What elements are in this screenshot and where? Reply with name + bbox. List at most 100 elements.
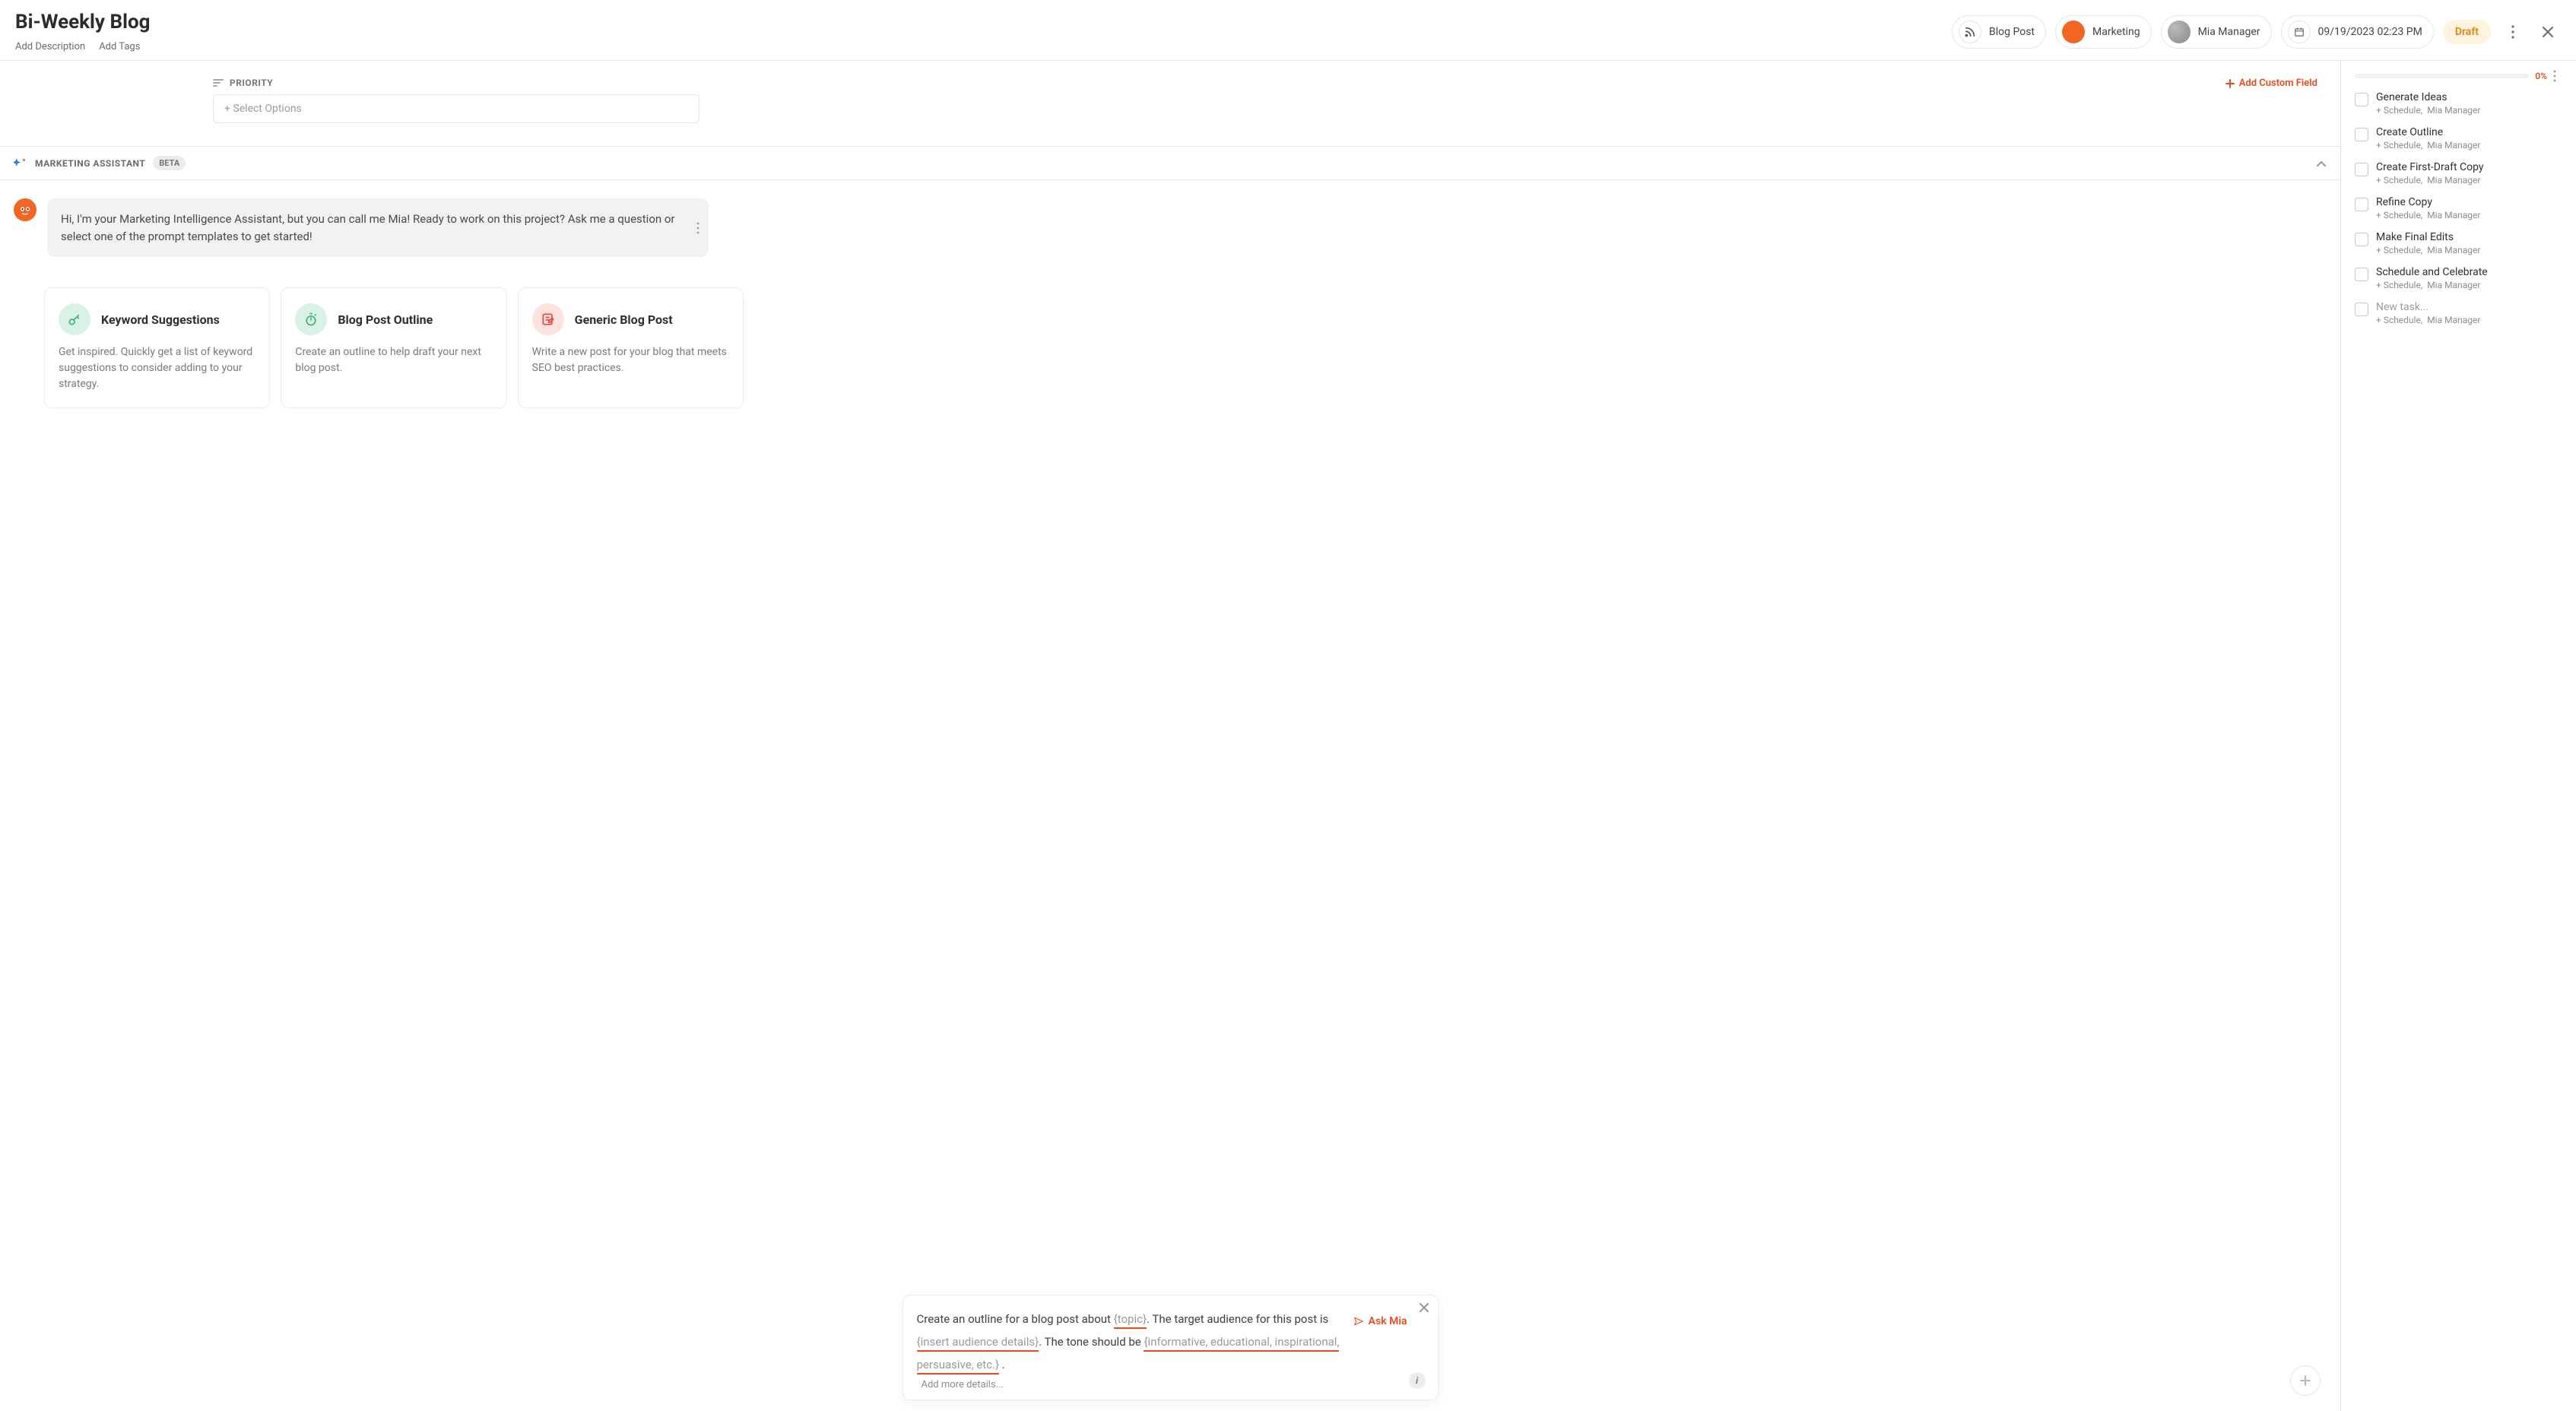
task-item[interactable]: Create Outline + Schedule, Mia Manager bbox=[2355, 126, 2568, 151]
info-button[interactable]: i bbox=[1409, 1372, 1426, 1389]
task-item[interactable]: Schedule and Celebrate + Schedule, Mia Ma… bbox=[2355, 266, 2568, 290]
token-audience[interactable]: {insert audience details} bbox=[917, 1335, 1039, 1352]
token-topic[interactable]: {topic} bbox=[1114, 1312, 1147, 1329]
assistant-title: MARKETING ASSISTANT bbox=[35, 158, 145, 169]
task-owner[interactable]: Mia Manager bbox=[2427, 245, 2480, 255]
prompt-composer[interactable]: Ask Mia Create an outline for a blog pos… bbox=[903, 1295, 1439, 1400]
new-task-placeholder[interactable]: New task... bbox=[2376, 301, 2480, 313]
task-schedule-link[interactable]: + Schedule, bbox=[2376, 315, 2422, 325]
task-checkbox[interactable] bbox=[2355, 128, 2368, 141]
send-icon bbox=[1353, 1316, 1364, 1327]
team-pill[interactable]: Marketing bbox=[2055, 15, 2152, 49]
card-title: Blog Post Outline bbox=[338, 312, 433, 327]
card-title: Generic Blog Post bbox=[575, 312, 673, 327]
priority-label: PRIORITY bbox=[230, 78, 273, 88]
task-owner[interactable]: Mia Manager bbox=[2427, 175, 2480, 185]
assistant-header-left: MARKETING ASSISTANT BETA bbox=[14, 156, 186, 170]
priority-select[interactable]: + Select Options bbox=[213, 94, 700, 123]
add-custom-field-button[interactable]: Add Custom Field bbox=[2225, 78, 2317, 89]
card-description: Create an outline to help draft your nex… bbox=[295, 344, 492, 376]
task-owner[interactable]: Mia Manager bbox=[2427, 280, 2480, 290]
owner-pill[interactable]: Mia Manager bbox=[2161, 15, 2272, 49]
task-schedule-link[interactable]: + Schedule, bbox=[2376, 210, 2422, 220]
robot-face-icon bbox=[16, 201, 34, 219]
vertical-dots-icon bbox=[696, 222, 700, 234]
prompt-card-blog-outline[interactable]: Blog Post Outline Create an outline to h… bbox=[281, 287, 506, 408]
page-title[interactable]: Bi-Weekly Blog bbox=[15, 11, 150, 33]
assistant-message-row: Hi, I'm your Marketing Intelligence Assi… bbox=[14, 198, 2327, 257]
header: Bi-Weekly Blog Add Description Add Tags … bbox=[0, 0, 2576, 61]
add-fab-button[interactable] bbox=[2290, 1365, 2321, 1396]
task-item[interactable]: Generate Ideas + Schedule, Mia Manager bbox=[2355, 91, 2568, 116]
write-icon bbox=[532, 303, 564, 335]
composer-close-button[interactable] bbox=[1420, 1303, 1429, 1312]
task-schedule-link[interactable]: + Schedule, bbox=[2376, 105, 2422, 116]
task-schedule-link[interactable]: + Schedule, bbox=[2376, 140, 2422, 151]
ask-mia-button[interactable]: Ask Mia bbox=[1353, 1315, 1407, 1327]
task-title: Refine Copy bbox=[2376, 196, 2480, 208]
message-menu-button[interactable] bbox=[696, 222, 700, 234]
date-pill[interactable]: 09/19/2023 02:23 PM bbox=[2281, 15, 2434, 49]
team-label: Marketing bbox=[2092, 26, 2140, 38]
plus-icon bbox=[2225, 79, 2235, 88]
task-title: Generate Ideas bbox=[2376, 91, 2480, 103]
task-title: Schedule and Celebrate bbox=[2376, 266, 2488, 278]
task-checkbox[interactable] bbox=[2355, 233, 2368, 246]
stopwatch-icon bbox=[295, 303, 327, 335]
beta-badge: BETA bbox=[153, 156, 186, 170]
task-title: Create Outline bbox=[2376, 126, 2480, 138]
team-color-icon bbox=[2062, 21, 2085, 43]
collapse-button[interactable] bbox=[2316, 160, 2327, 167]
card-description: Get inspired. Quickly get a list of keyw… bbox=[59, 344, 255, 392]
card-title: Keyword Suggestions bbox=[101, 312, 220, 327]
task-owner[interactable]: Mia Manager bbox=[2427, 140, 2480, 151]
add-more-details-link[interactable]: Add more details... bbox=[917, 1379, 1004, 1390]
task-checkbox[interactable] bbox=[2355, 93, 2368, 106]
task-title: Create First-Draft Copy bbox=[2376, 161, 2484, 173]
header-left: Bi-Weekly Blog Add Description Add Tags bbox=[15, 11, 150, 52]
chevron-up-icon bbox=[2316, 160, 2327, 167]
status-badge[interactable]: Draft bbox=[2443, 20, 2491, 44]
prompt-cards: Keyword Suggestions Get inspired. Quickl… bbox=[44, 287, 744, 408]
task-item[interactable]: Refine Copy + Schedule, Mia Manager bbox=[2355, 196, 2568, 220]
new-task-item[interactable]: New task... + Schedule, Mia Manager bbox=[2355, 301, 2568, 325]
plus-icon bbox=[2299, 1375, 2311, 1387]
prompt-card-generic-blog-post[interactable]: Generic Blog Post Write a new post for y… bbox=[518, 287, 744, 408]
task-checkbox[interactable] bbox=[2355, 268, 2368, 281]
task-schedule-link[interactable]: + Schedule, bbox=[2376, 245, 2422, 255]
vertical-dots-icon bbox=[2511, 25, 2514, 39]
more-menu-button[interactable] bbox=[2500, 19, 2526, 45]
avatar-icon bbox=[2168, 21, 2191, 43]
task-owner[interactable]: Mia Manager bbox=[2427, 105, 2480, 116]
panel-menu-button[interactable] bbox=[2553, 70, 2568, 82]
close-button[interactable] bbox=[2535, 19, 2561, 45]
composer-text-3: . The tone should be bbox=[1039, 1335, 1144, 1349]
task-item[interactable]: Make Final Edits + Schedule,Mia Manager bbox=[2355, 231, 2568, 255]
task-owner[interactable]: Mia Manager bbox=[2427, 210, 2480, 220]
task-schedule-link[interactable]: + Schedule, bbox=[2376, 280, 2422, 290]
progress-row: 0% bbox=[2355, 70, 2568, 82]
prompt-card-keyword-suggestions[interactable]: Keyword Suggestions Get inspired. Quickl… bbox=[44, 287, 270, 408]
task-item[interactable]: Create First-Draft Copy + Schedule, Mia M… bbox=[2355, 161, 2568, 185]
task-checkbox[interactable] bbox=[2355, 303, 2368, 316]
task-schedule-link[interactable]: + Schedule, bbox=[2376, 175, 2422, 185]
composer-text[interactable]: Create an outline for a blog post about … bbox=[917, 1308, 1424, 1376]
add-description-link[interactable]: Add Description bbox=[15, 41, 85, 52]
ask-mia-label: Ask Mia bbox=[1369, 1315, 1407, 1327]
progress-percent: 0% bbox=[2535, 71, 2547, 81]
card-description: Write a new post for your blog that meet… bbox=[532, 344, 729, 376]
assistant-greeting-text: Hi, I'm your Marketing Intelligence Assi… bbox=[61, 212, 675, 243]
add-tags-link[interactable]: Add Tags bbox=[99, 41, 140, 52]
content-type-pill[interactable]: Blog Post bbox=[1952, 15, 2046, 49]
task-checkbox[interactable] bbox=[2355, 163, 2368, 176]
task-owner[interactable]: Mia Manager bbox=[2427, 315, 2480, 325]
owner-label: Mia Manager bbox=[2198, 26, 2260, 38]
progress-bar bbox=[2355, 74, 2529, 78]
task-checkbox[interactable] bbox=[2355, 198, 2368, 211]
sparkle-icon bbox=[14, 157, 27, 170]
header-right: Blog Post Marketing Mia Manager 09/19/20… bbox=[1952, 15, 2561, 49]
composer-text-2: . The target audience for this post is bbox=[1147, 1312, 1328, 1326]
date-label: 09/19/2023 02:23 PM bbox=[2318, 26, 2422, 38]
task-panel: 0% Generate Ideas + Schedule, Mia Manager bbox=[2340, 61, 2576, 1411]
vertical-dots-icon bbox=[2553, 70, 2556, 82]
